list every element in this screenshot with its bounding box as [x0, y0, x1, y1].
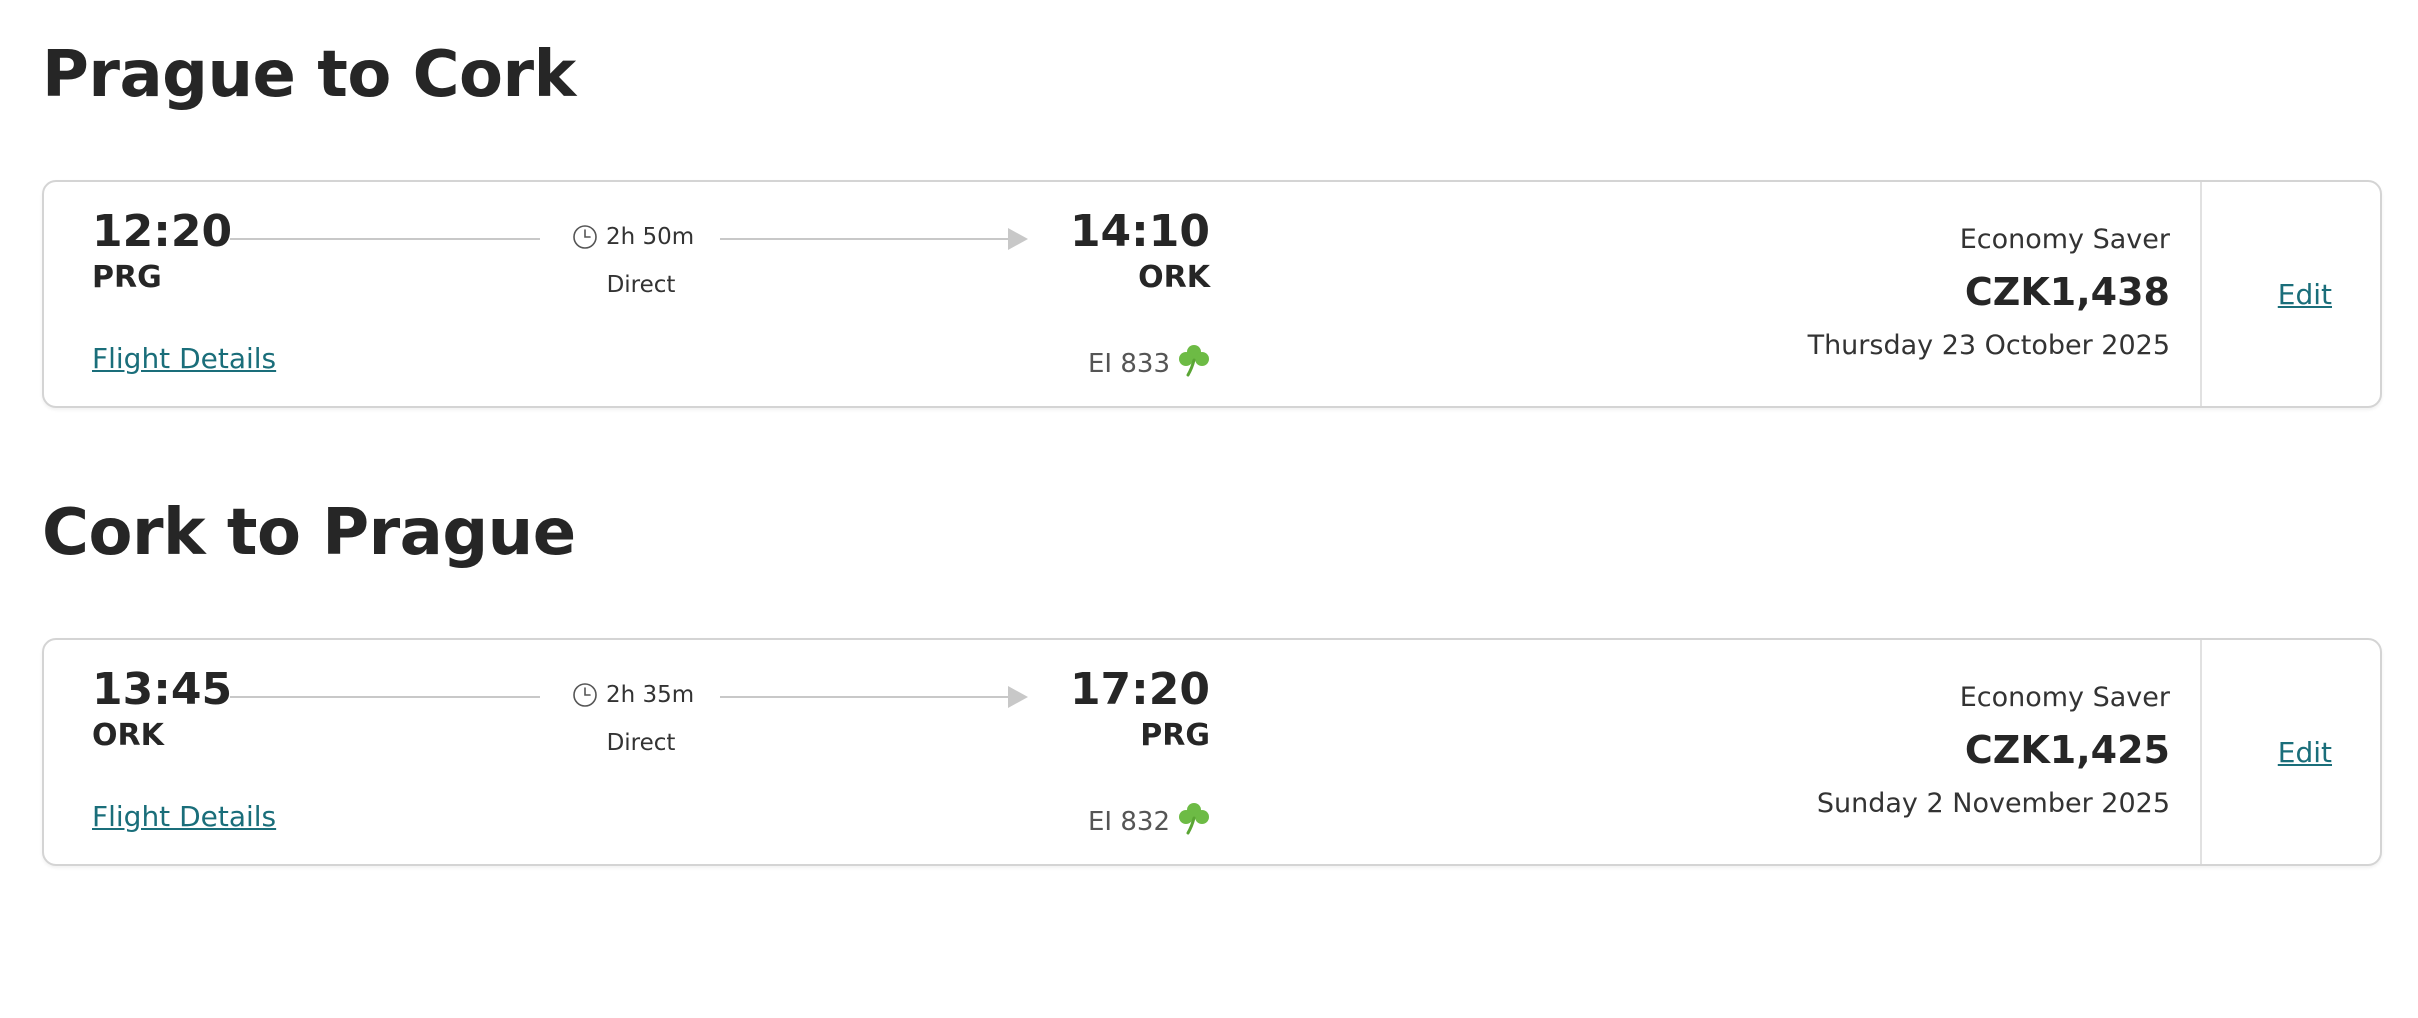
flight-number-text: EI 832 — [1088, 806, 1170, 837]
fare-class: Economy Saver — [1959, 682, 2170, 713]
stops-label: Direct — [606, 730, 676, 756]
stops-label: Direct — [606, 272, 676, 298]
arrival-airport-code: ORK — [1138, 260, 1210, 295]
departure-airport-code: ORK — [92, 718, 164, 753]
card-divider — [2200, 640, 2202, 864]
route-line-right — [720, 238, 1010, 240]
arrival-time: 14:10 — [1069, 206, 1210, 257]
outbound-section-title: Prague to Cork — [42, 38, 576, 112]
flight-date: Sunday 2 November 2025 — [1816, 788, 2170, 819]
route-line-left — [230, 696, 540, 698]
fare-price: CZK1,425 — [1964, 728, 2170, 772]
clock-icon — [572, 224, 598, 250]
flight-number: EI 832 — [1044, 800, 1212, 843]
outbound-flight-card: 12:20 PRG 2h 50m Direct 14:10 ORK Flight… — [42, 180, 2382, 408]
fare-class: Economy Saver — [1959, 224, 2170, 255]
departure-airport-code: PRG — [92, 260, 162, 295]
edit-button[interactable]: Edit — [2278, 736, 2332, 769]
page: Prague to Cork 12:20 PRG 2h 50m Direct 1… — [0, 0, 2418, 1018]
return-section-title: Cork to Prague — [42, 496, 576, 570]
route-line-left — [230, 238, 540, 240]
shamrock-icon — [1176, 342, 1212, 385]
duration-text: 2h 35m — [606, 682, 695, 708]
arrow-right-icon — [1008, 686, 1028, 708]
arrow-right-icon — [1008, 228, 1028, 250]
flight-number: EI 833 — [1044, 342, 1212, 385]
clock-icon — [572, 682, 598, 708]
flight-number-text: EI 833 — [1088, 348, 1170, 379]
route-line-right — [720, 696, 1010, 698]
card-divider — [2200, 182, 2202, 406]
return-flight-card: 13:45 ORK 2h 35m Direct 17:20 PRG Flight… — [42, 638, 2382, 866]
flight-details-link[interactable]: Flight Details — [92, 800, 276, 833]
flight-duration: 2h 35m — [572, 682, 694, 708]
arrival-time: 17:20 — [1069, 664, 1210, 715]
arrival-airport-code: PRG — [1140, 718, 1210, 753]
departure-time: 13:45 — [92, 664, 233, 715]
fare-price: CZK1,438 — [1964, 270, 2170, 314]
shamrock-icon — [1176, 800, 1212, 843]
flight-duration: 2h 50m — [572, 224, 694, 250]
flight-details-link[interactable]: Flight Details — [92, 342, 276, 375]
flight-date: Thursday 23 October 2025 — [1807, 330, 2170, 361]
edit-button[interactable]: Edit — [2278, 278, 2332, 311]
duration-text: 2h 50m — [606, 224, 695, 250]
departure-time: 12:20 — [92, 206, 233, 257]
